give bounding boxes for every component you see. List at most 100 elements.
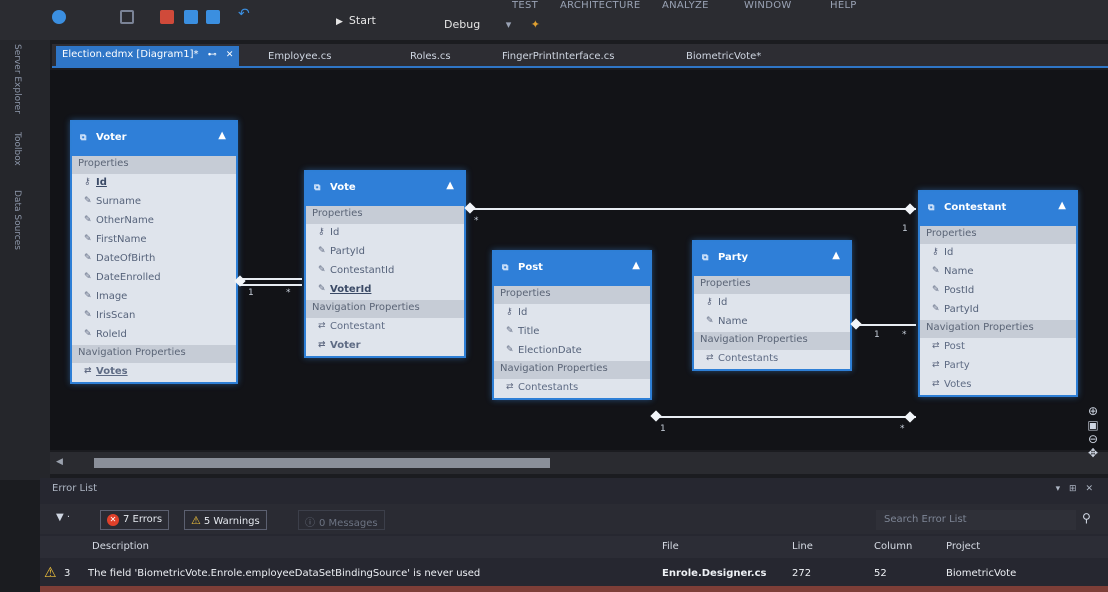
tab-roles[interactable]: Roles.cs <box>404 48 457 66</box>
property-row[interactable]: ✎ PartyId <box>920 301 1076 320</box>
menu-architecture[interactable]: ARCHITECTURE <box>560 0 640 11</box>
property-row[interactable]: ✎ Name <box>920 263 1076 282</box>
association-voter-vote[interactable] <box>240 278 302 280</box>
collapse-icon[interactable]: ▲ <box>446 180 454 191</box>
panel-window-controls[interactable]: ▾ ⊞ ✕ <box>1056 484 1096 494</box>
attach-process-icon[interactable]: ✦ <box>531 18 540 31</box>
properties-section[interactable]: Properties <box>494 286 650 304</box>
navigation-section[interactable]: Navigation Properties <box>494 361 650 379</box>
property-row[interactable]: ✎ FirstName <box>72 231 236 250</box>
collapse-icon[interactable]: ▲ <box>632 260 640 271</box>
save-icon[interactable] <box>184 10 198 24</box>
property-row[interactable]: ✎ OtherName <box>72 212 236 231</box>
property-row[interactable]: ✎ Title <box>494 323 650 342</box>
property-row[interactable]: ✎ PostId <box>920 282 1076 301</box>
navigation-row[interactable]: ⇄ Contestants <box>694 350 850 369</box>
association-vote-contestant[interactable] <box>468 208 916 210</box>
menu-analyze[interactable]: ANALYZE <box>662 0 709 11</box>
column-file[interactable]: File <box>662 541 679 552</box>
undo-icon[interactable]: ↶ <box>238 6 252 22</box>
close-icon[interactable]: ✕ <box>226 50 234 60</box>
zoom-out-icon[interactable]: ⊖ <box>1080 432 1106 446</box>
properties-section[interactable]: Properties <box>72 156 236 174</box>
property-row[interactable]: ✎ PartyId <box>306 243 464 262</box>
table-row[interactable] <box>40 586 1108 592</box>
errors-filter-button[interactable]: ✕ 7 Errors <box>100 510 170 530</box>
property-row[interactable]: ✎ Image <box>72 288 236 307</box>
property-row[interactable]: ⚷ Id <box>72 174 236 193</box>
navigation-section[interactable]: Navigation Properties <box>694 332 850 350</box>
navigation-row[interactable]: ⇄ Contestant <box>306 318 464 337</box>
property-row[interactable]: ✎ Surname <box>72 193 236 212</box>
scroll-thumb[interactable] <box>94 458 550 468</box>
association-post-contestant[interactable] <box>654 416 916 418</box>
properties-section[interactable]: Properties <box>306 206 464 224</box>
tab-biometricvote[interactable]: BiometricVote* <box>680 48 767 66</box>
entity-contestant[interactable]: ⧉ Contestant ▲ Properties ⚷ Id ✎ Name ✎ Post… <box>918 190 1078 397</box>
property-row[interactable]: ✎ Name <box>694 313 850 332</box>
tab-employee[interactable]: Employee.cs <box>262 48 337 66</box>
tab-election-diagram[interactable]: Election.edmx [Diagram1]* ⊷ ✕ <box>56 46 240 66</box>
entity-vote[interactable]: ⧉ Vote ▲ Properties ⚷ Id ✎ PartyId ✎ Contest… <box>304 170 466 358</box>
zoom-in-icon[interactable]: ⊕ <box>1080 404 1106 418</box>
navigation-row[interactable]: ⇄ Votes <box>920 376 1076 395</box>
navigation-row[interactable]: ⇄ Voter <box>306 337 464 356</box>
column-column[interactable]: Column <box>874 541 912 552</box>
entity-header[interactable]: ⧉ Party ▲ <box>694 242 850 276</box>
entity-header[interactable]: ⧉ Contestant ▲ <box>920 192 1076 226</box>
property-row[interactable]: ⚷ Id <box>306 224 464 243</box>
collapse-icon[interactable]: ▲ <box>1058 200 1066 211</box>
entity-voter[interactable]: ⧉ Voter ▲ Properties ⚷ Id ✎ Surname ✎ OtherN… <box>70 120 238 384</box>
property-row[interactable]: ✎ RoleId <box>72 326 236 345</box>
pan-icon[interactable]: ✥ <box>1080 446 1106 460</box>
collapse-icon[interactable]: ▲ <box>218 130 226 141</box>
error-search-input[interactable]: Search Error List <box>876 510 1076 530</box>
properties-section[interactable]: Properties <box>694 276 850 294</box>
save-all-icon[interactable] <box>206 10 220 24</box>
property-row[interactable]: ⚷ Id <box>920 244 1076 263</box>
filter-icon[interactable]: ▼ · <box>56 512 70 523</box>
navigation-row[interactable]: ⇄ Contestants <box>494 379 650 398</box>
association-party-contestant[interactable] <box>854 324 916 326</box>
entity-header[interactable]: ⧉ Vote ▲ <box>306 172 464 206</box>
server-explorer-tab[interactable]: Server Explorer <box>12 44 22 114</box>
back-icon[interactable] <box>52 10 66 24</box>
zoom-fit-icon[interactable]: ▣ <box>1080 418 1106 432</box>
property-row[interactable]: ⚷ Id <box>494 304 650 323</box>
navigation-row[interactable]: ⇄ Post <box>920 338 1076 357</box>
pin-icon[interactable]: ⊷ <box>208 50 217 60</box>
properties-section[interactable]: Properties <box>920 226 1076 244</box>
menu-help[interactable]: HELP <box>830 0 857 11</box>
association-voter-vote-line[interactable] <box>240 284 302 286</box>
menu-test[interactable]: TEST <box>512 0 538 11</box>
messages-filter-button[interactable]: ⓘ 0 Messages <box>298 510 385 530</box>
property-row[interactable]: ✎ DateEnrolled <box>72 269 236 288</box>
property-row[interactable]: ✎ IrisScan <box>72 307 236 326</box>
property-row[interactable]: ✎ ContestantId <box>306 262 464 281</box>
tab-fingerprint[interactable]: FingerPrintInterface.cs <box>496 48 620 66</box>
entity-header[interactable]: ⧉ Post ▲ <box>494 252 650 286</box>
navigation-row[interactable]: ⇄ Votes <box>72 363 236 382</box>
navigation-row[interactable]: ⇄ Party <box>920 357 1076 376</box>
horizontal-scrollbar[interactable]: ◀ <box>50 452 1108 474</box>
property-row[interactable]: ✎ ElectionDate <box>494 342 650 361</box>
configuration-dropdown[interactable]: Debug ▾ ✦ <box>444 18 540 31</box>
collapse-icon[interactable]: ▲ <box>832 250 840 261</box>
navigation-section[interactable]: Navigation Properties <box>72 345 236 363</box>
column-project[interactable]: Project <box>946 541 980 552</box>
navigation-section[interactable]: Navigation Properties <box>920 320 1076 338</box>
property-row[interactable]: ⚷ Id <box>694 294 850 313</box>
toolbox-tab[interactable]: Toolbox <box>12 132 22 166</box>
scroll-left-icon[interactable]: ◀ <box>56 457 63 467</box>
search-icon[interactable]: ⚲ <box>1082 511 1091 525</box>
column-description[interactable]: Description <box>92 541 149 552</box>
open-file-icon[interactable] <box>160 10 174 24</box>
warnings-filter-button[interactable]: ⚠ 5 Warnings <box>184 510 267 530</box>
menu-window[interactable]: WINDOW <box>744 0 792 11</box>
start-button[interactable]: ▶ Start <box>336 14 376 27</box>
entity-designer-canvas[interactable]: ⧉ Voter ▲ Properties ⚷ Id ✎ Surname ✎ OtherN… <box>50 70 1108 450</box>
column-line[interactable]: Line <box>792 541 813 552</box>
navigation-section[interactable]: Navigation Properties <box>306 300 464 318</box>
data-sources-tab[interactable]: Data Sources <box>12 190 22 250</box>
property-row[interactable]: ✎ DateOfBirth <box>72 250 236 269</box>
